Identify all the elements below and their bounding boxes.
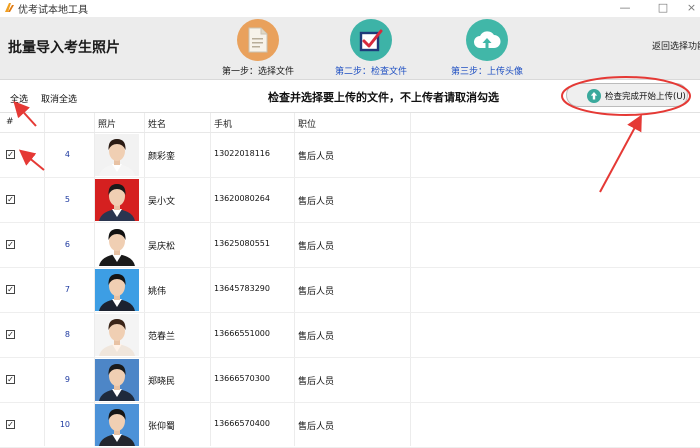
avatar <box>95 269 139 311</box>
column-header-index[interactable]: # <box>6 117 14 127</box>
instruction-text: 检查并选择要上传的文件，不上传者请取消勾选 <box>268 91 499 104</box>
start-upload-label: 检查完成开始上传(U) <box>605 92 686 102</box>
student-position: 售后人员 <box>298 152 335 162</box>
student-name: 郑晓民 <box>148 377 176 387</box>
title-bar: 优考试本地工具 — □ × <box>0 0 700 18</box>
avatar <box>95 134 139 176</box>
table-row[interactable]: ✓ 5 吴小文 13620080264 售后人员 <box>0 178 700 223</box>
row-number: 8 <box>64 330 70 339</box>
column-header-photo[interactable]: 照片 <box>98 117 116 130</box>
avatar <box>95 404 139 446</box>
row-checkbox[interactable]: ✓ <box>6 330 15 339</box>
row-checkbox[interactable]: ✓ <box>6 195 15 204</box>
student-position: 售后人员 <box>298 197 335 207</box>
header: 批量导入考生照片 第一步：选择文件 第二步：检查文件 第三步：上传头像 返回选择… <box>0 17 700 80</box>
row-number: 10 <box>59 420 70 429</box>
student-phone: 13620080264 <box>214 194 270 203</box>
table-row[interactable]: ✓ 8 范春兰 13666551000 售后人员 <box>0 313 700 358</box>
upload-icon <box>587 89 601 103</box>
table-row[interactable]: ✓ 9 郑晓民 13666570300 售后人员 <box>0 358 700 403</box>
table-row[interactable]: ✓ 7 姚伟 13645783290 售后人员 <box>0 268 700 313</box>
student-phone: 13666570300 <box>214 374 270 383</box>
student-position: 售后人员 <box>298 422 335 432</box>
table-header: # 照片 姓名 手机 职位 <box>0 113 700 133</box>
step-label: 第三步：上传头像 <box>450 67 523 77</box>
checkbox-icon <box>350 19 392 61</box>
column-header-name[interactable]: 姓名 <box>148 117 166 130</box>
window-title: 优考试本地工具 <box>18 5 88 16</box>
row-number: 9 <box>64 375 70 384</box>
student-position: 售后人员 <box>298 377 335 387</box>
student-name: 姚伟 <box>148 287 167 297</box>
student-position: 售后人员 <box>298 242 335 252</box>
row-checkbox[interactable]: ✓ <box>6 375 15 384</box>
row-number: 6 <box>64 240 70 249</box>
step-label: 第一步：选择文件 <box>221 67 294 77</box>
student-phone: 13666551000 <box>214 329 270 338</box>
toolbar: 全选 取消全选 检查并选择要上传的文件，不上传者请取消勾选 检查完成开始上传(U… <box>0 80 700 113</box>
deselect-all-button[interactable]: 取消全选 <box>41 92 77 105</box>
avatar <box>95 314 139 356</box>
table-row[interactable]: ✓ 4 颜彩銮 13022018116 售后人员 <box>0 133 700 178</box>
row-checkbox[interactable]: ✓ <box>6 420 15 429</box>
avatar <box>95 224 139 266</box>
cloud-upload-icon <box>466 19 508 61</box>
select-all-button[interactable]: 全选 <box>10 92 28 105</box>
step-select-file[interactable]: 第一步：选择文件 <box>203 19 313 77</box>
avatar <box>95 179 139 221</box>
student-phone: 13625080551 <box>214 239 270 248</box>
student-position: 售后人员 <box>298 287 335 297</box>
student-name: 范春兰 <box>148 332 176 342</box>
student-phone: 13645783290 <box>214 284 270 293</box>
step-check-file[interactable]: 第二步：检查文件 <box>316 19 426 77</box>
student-position: 售后人员 <box>298 332 335 342</box>
student-name: 张仰蜀 <box>148 422 176 432</box>
row-checkbox[interactable]: ✓ <box>6 285 15 294</box>
student-name: 颜彩銮 <box>148 152 176 162</box>
avatar <box>95 359 139 401</box>
student-name: 吴小文 <box>148 197 176 207</box>
student-phone: 13022018116 <box>214 149 270 158</box>
row-checkbox[interactable]: ✓ <box>6 150 15 159</box>
table-body: ✓ 4 颜彩銮 13022018116 售后人员 ✓ 5 吴小文 1362008… <box>0 133 700 448</box>
document-icon <box>237 19 279 61</box>
table-row[interactable]: ✓ 10 张仰蜀 13666570400 售后人员 <box>0 403 700 448</box>
row-number: 4 <box>64 150 70 159</box>
column-header-phone[interactable]: 手机 <box>214 117 232 130</box>
student-phone: 13666570400 <box>214 419 270 428</box>
student-name: 吴庆松 <box>148 242 176 252</box>
table-row[interactable]: ✓ 6 吴庆松 13625080551 售后人员 <box>0 223 700 268</box>
row-number: 5 <box>64 195 70 204</box>
column-header-position[interactable]: 职位 <box>298 117 316 130</box>
student-photo-table: # 照片 姓名 手机 职位 ✓ 4 颜彩銮 13022018116 售后人员 ✓… <box>0 113 700 448</box>
maximize-button[interactable]: □ <box>648 0 678 17</box>
close-button[interactable]: × <box>683 0 700 17</box>
app-logo-icon <box>5 3 14 12</box>
step-label: 第二步：检查文件 <box>334 67 407 77</box>
page-title: 批量导入考生照片 <box>8 40 120 56</box>
start-upload-button[interactable]: 检查完成开始上传(U) <box>566 83 688 107</box>
return-to-features-link[interactable]: 返回选择功能 <box>652 39 700 52</box>
step-upload-avatar[interactable]: 第三步：上传头像 <box>432 19 542 77</box>
row-number: 7 <box>64 285 70 294</box>
minimize-button[interactable]: — <box>610 0 640 17</box>
row-checkbox[interactable]: ✓ <box>6 240 15 249</box>
